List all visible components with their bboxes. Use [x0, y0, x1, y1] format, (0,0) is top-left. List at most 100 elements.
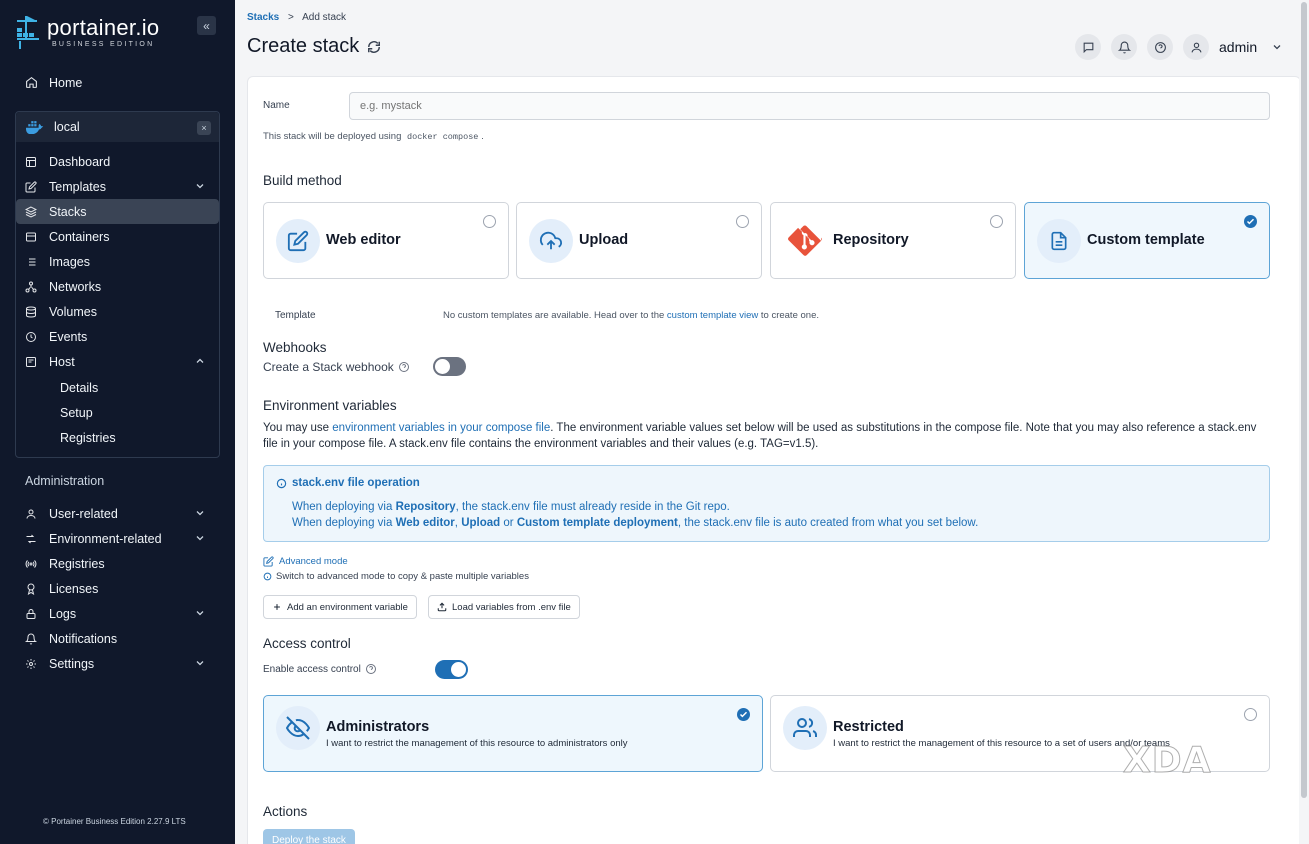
page-title-row: Create stack [247, 35, 381, 58]
bell-icon [24, 632, 38, 646]
sidebar-item-label: Networks [49, 279, 102, 294]
build-method-label: Custom template [1087, 232, 1205, 248]
load-env-file-button[interactable]: Load variables from .env file [428, 595, 580, 619]
message-icon [1082, 41, 1095, 54]
build-method-radio[interactable] [990, 215, 1003, 228]
access-control-label: Enable access control [263, 663, 361, 675]
build-method-radio-checked[interactable] [1244, 215, 1257, 228]
build-method-repository[interactable]: Repository [770, 202, 1016, 279]
sidebar-item-label: Notifications [49, 631, 118, 646]
sidebar-item-label: Home [49, 75, 83, 90]
info-icon [263, 572, 272, 581]
sidebar-item-label: Environment-related [49, 531, 162, 546]
environment-header[interactable]: local × [16, 112, 219, 142]
users-icon [783, 706, 827, 750]
portainer-logo[interactable]: portainer.io BUSINESS EDITION [15, 14, 159, 50]
stack-name-input[interactable] [349, 92, 1270, 120]
sidebar-subitem-setup[interactable]: Setup [60, 406, 93, 420]
sidebar-item-settings[interactable]: Settings [16, 651, 219, 676]
sidebar-subitem-registries[interactable]: Registries [60, 431, 116, 445]
build-method-radio[interactable] [483, 215, 496, 228]
gear-icon [24, 657, 38, 671]
sidebar-item-containers[interactable]: Containers [16, 224, 219, 249]
sidebar-item-host[interactable]: Host [16, 349, 219, 374]
sidebar-item-logs[interactable]: Logs [16, 601, 219, 626]
chevron-down-icon[interactable] [194, 657, 206, 669]
access-option-radio[interactable] [1244, 708, 1257, 721]
toggle-knob [435, 359, 450, 374]
build-method-web-editor[interactable]: Web editor [263, 202, 509, 279]
sidebar-item-label: Images [49, 254, 90, 269]
access-option-desc: I want to restrict the management of thi… [326, 738, 628, 749]
sidebar-item-environment-related[interactable]: Environment-related [16, 526, 219, 551]
refresh-icon[interactable] [367, 40, 381, 54]
sidebar-item-events[interactable]: Events [16, 324, 219, 349]
double-chevron-left-icon: « [203, 18, 210, 33]
build-method-radio[interactable] [736, 215, 749, 228]
deploy-stack-button[interactable]: Deploy the stack [263, 829, 355, 844]
sidebar-item-images[interactable]: Images [16, 249, 219, 274]
sidebar-item-label: Containers [49, 229, 110, 244]
chevron-up-icon[interactable] [194, 355, 206, 367]
sidebar-item-templates[interactable]: Templates [16, 174, 219, 199]
collapse-sidebar-button[interactable]: « [197, 16, 216, 35]
sidebar-item-label: Logs [49, 606, 77, 621]
page-title: Create stack [247, 35, 360, 57]
sidebar-item-networks[interactable]: Networks [16, 274, 219, 299]
build-method-custom-template[interactable]: Custom template [1024, 202, 1270, 279]
info-line-1: When deploying via Repository, the stack… [292, 501, 730, 513]
help-button[interactable] [1147, 34, 1173, 60]
sidebar-item-user-related[interactable]: User-related [16, 501, 219, 526]
advanced-mode-link[interactable]: Advanced mode [263, 556, 348, 567]
sidebar-item-licenses[interactable]: Licenses [16, 576, 219, 601]
webhook-toggle[interactable] [433, 357, 466, 376]
close-environment-button[interactable]: × [197, 121, 211, 135]
access-option-desc: I want to restrict the management of thi… [833, 738, 1170, 749]
custom-template-view-link[interactable]: custom template view [667, 310, 758, 321]
breadcrumb-separator: > [288, 12, 294, 23]
chevron-down-icon[interactable] [194, 532, 206, 544]
box-icon [24, 230, 38, 244]
info-bold: Web editor [395, 517, 455, 529]
chevron-down-icon[interactable] [1271, 41, 1283, 53]
breadcrumb-stacks-link[interactable]: Stacks [247, 12, 279, 23]
sidebar-item-registries[interactable]: Registries [16, 551, 219, 576]
administration-heading: Administration [25, 474, 105, 488]
deploy-note-end: . [481, 131, 484, 142]
access-control-toggle[interactable] [435, 660, 468, 679]
sidebar-item-label: Host [49, 354, 75, 369]
scrollbar-thumb[interactable] [1301, 2, 1307, 798]
chevron-down-icon[interactable] [194, 607, 206, 619]
sidebar-item-stacks[interactable]: Stacks [16, 199, 219, 224]
build-method-label: Repository [833, 232, 909, 248]
build-method-upload[interactable]: Upload [516, 202, 762, 279]
database-icon [24, 305, 38, 319]
user-name[interactable]: admin [1219, 39, 1257, 55]
feedback-button[interactable] [1075, 34, 1101, 60]
help-circle-icon[interactable] [365, 663, 377, 675]
add-env-variable-button[interactable]: Add an environment variable [263, 595, 417, 619]
env-desc-text: You may use [263, 422, 330, 434]
deploy-note: This stack will be deployed using docker… [263, 131, 484, 142]
env-vars-compose-link[interactable]: environment variables in your compose fi… [332, 422, 550, 434]
access-option-radio-checked[interactable] [737, 708, 750, 721]
list-icon [24, 255, 38, 269]
sidebar-item-dashboard[interactable]: Dashboard [16, 149, 219, 174]
sidebar-item-volumes[interactable]: Volumes [16, 299, 219, 324]
sidebar-item-home[interactable]: Home [16, 70, 219, 95]
scrollbar[interactable] [1299, 0, 1309, 844]
help-circle-icon[interactable] [398, 361, 410, 373]
info-bold: Custom template deployment [516, 517, 678, 529]
env-description: You may use environment variables in you… [263, 420, 1263, 452]
sidebar-subitem-details[interactable]: Details [60, 381, 98, 395]
chevron-down-icon[interactable] [194, 180, 206, 192]
network-icon [24, 280, 38, 294]
sidebar-item-label: Dashboard [49, 154, 111, 169]
info-title: stack.env file operation [292, 477, 420, 489]
user-avatar[interactable] [1183, 34, 1209, 60]
chevron-down-icon[interactable] [194, 507, 206, 519]
notifications-button[interactable] [1111, 34, 1137, 60]
access-option-administrators[interactable]: Administrators I want to restrict the ma… [263, 695, 763, 772]
sidebar-item-notifications[interactable]: Notifications [16, 626, 219, 651]
deploy-note-code: docker compose [407, 132, 479, 142]
